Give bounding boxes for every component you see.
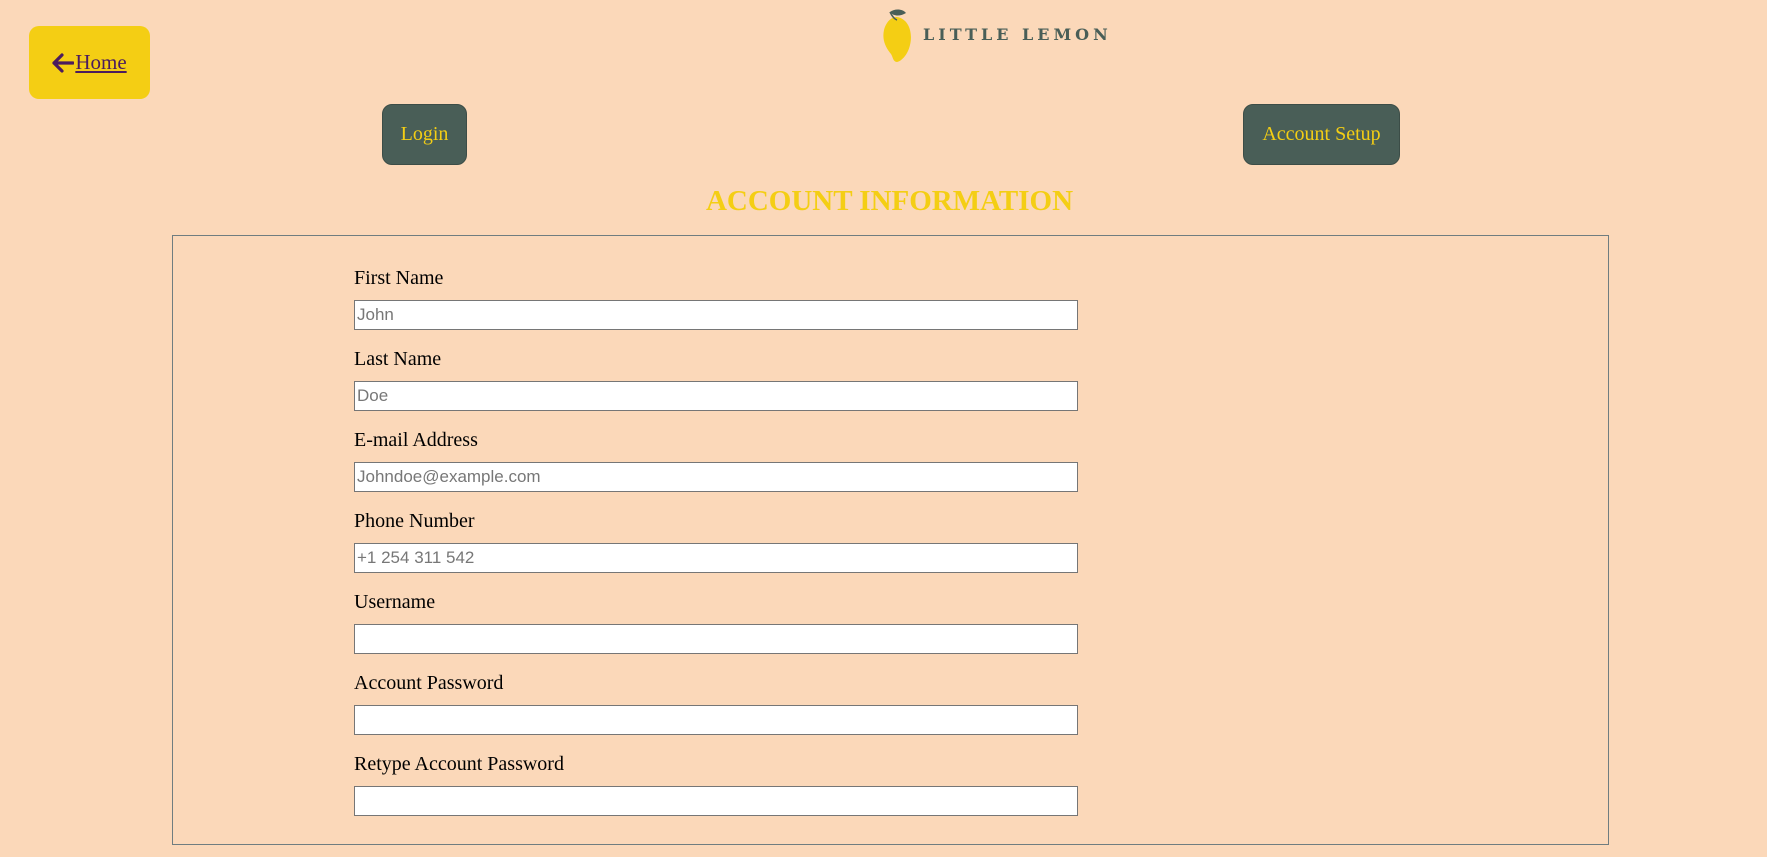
first-name-field: First Name bbox=[354, 266, 1078, 330]
email-input[interactable] bbox=[354, 462, 1078, 492]
account-setup-button[interactable]: Account Setup bbox=[1243, 104, 1400, 165]
username-field: Username bbox=[354, 590, 1078, 654]
first-name-input[interactable] bbox=[354, 300, 1078, 330]
email-label: E-mail Address bbox=[354, 429, 478, 451]
email-field: E-mail Address bbox=[354, 428, 1078, 492]
retype-password-field: Retype Account Password bbox=[354, 752, 1078, 816]
home-link[interactable]: Home bbox=[52, 50, 127, 75]
password-field: Account Password bbox=[354, 671, 1078, 735]
password-label: Account Password bbox=[354, 672, 504, 694]
brand-logo: LITTLE LEMON bbox=[879, 7, 1112, 63]
last-name-field: Last Name bbox=[354, 347, 1078, 411]
login-button[interactable]: Login bbox=[382, 104, 467, 165]
lemon-icon bbox=[883, 9, 911, 62]
account-form: First Name Last Name E-mail Address Phon… bbox=[172, 235, 1609, 845]
home-label[interactable]: Home bbox=[75, 50, 126, 75]
last-name-label: Last Name bbox=[354, 348, 442, 370]
username-input[interactable] bbox=[354, 624, 1078, 654]
brand-name: LITTLE LEMON bbox=[923, 24, 1112, 44]
password-input[interactable] bbox=[354, 705, 1078, 735]
arrow-left-icon bbox=[52, 52, 75, 73]
last-name-input[interactable] bbox=[354, 381, 1078, 411]
phone-label: Phone Number bbox=[354, 510, 475, 532]
phone-input[interactable] bbox=[354, 543, 1078, 573]
home-button[interactable]: Home bbox=[29, 26, 150, 99]
page-title: ACCOUNT INFORMATION bbox=[705, 185, 1074, 217]
retype-password-label: Retype Account Password bbox=[354, 753, 564, 775]
first-name-label: First Name bbox=[354, 267, 444, 289]
retype-password-input[interactable] bbox=[354, 786, 1078, 816]
phone-field: Phone Number bbox=[354, 509, 1078, 573]
username-label: Username bbox=[354, 591, 436, 613]
